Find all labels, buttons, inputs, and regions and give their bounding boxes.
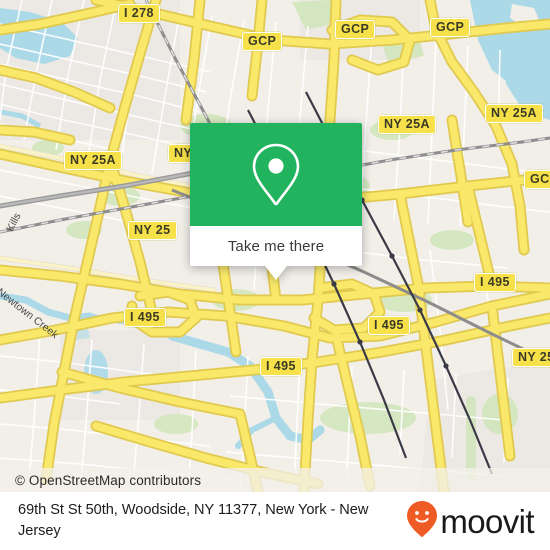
road-shield: I 495 xyxy=(124,308,166,327)
road-shield: NY 25A xyxy=(485,104,543,123)
address-caption: 69th St St 50th, Woodside, NY 11377, New… xyxy=(18,502,369,539)
map-callout[interactable]: Take me there xyxy=(190,123,362,280)
map-pin-icon xyxy=(248,141,304,209)
map-canvas[interactable]: I 278 GCP GCP GCP NY 25A NY 25A NY 25A N… xyxy=(0,0,550,492)
road-shield: I 495 xyxy=(260,357,302,376)
road-shield: GCP xyxy=(430,18,471,37)
road-shield: GCP xyxy=(524,170,550,189)
moovit-wordmark: moovit xyxy=(440,502,534,540)
callout-footer[interactable]: Take me there xyxy=(190,226,362,280)
road-shield: GCP xyxy=(242,32,283,51)
callout-pointer-tail xyxy=(265,266,287,280)
moovit-logo[interactable]: moovit xyxy=(406,500,550,543)
road-shield: I 495 xyxy=(474,273,516,292)
map-attribution[interactable]: © OpenStreetMap contributors xyxy=(0,468,550,492)
take-me-there-label: Take me there xyxy=(227,237,325,255)
map-screenshot: I 278 GCP GCP GCP NY 25A NY 25A NY 25A N… xyxy=(0,0,550,550)
road-shield: I 278 xyxy=(118,4,160,23)
road-shield: NY 25 xyxy=(512,348,550,367)
road-shield: NY 25A xyxy=(64,151,122,170)
road-shield: GCP xyxy=(335,20,376,39)
page-footer: 69th St St 50th, Woodside, NY 11377, New… xyxy=(0,492,550,550)
moovit-pin-icon xyxy=(406,500,438,543)
road-shield: I 495 xyxy=(368,316,410,335)
road-shield: NY 25A xyxy=(378,115,436,134)
callout-header xyxy=(190,123,362,226)
attribution-text: © OpenStreetMap contributors xyxy=(15,472,202,488)
road-shield: NY 25 xyxy=(128,221,177,240)
